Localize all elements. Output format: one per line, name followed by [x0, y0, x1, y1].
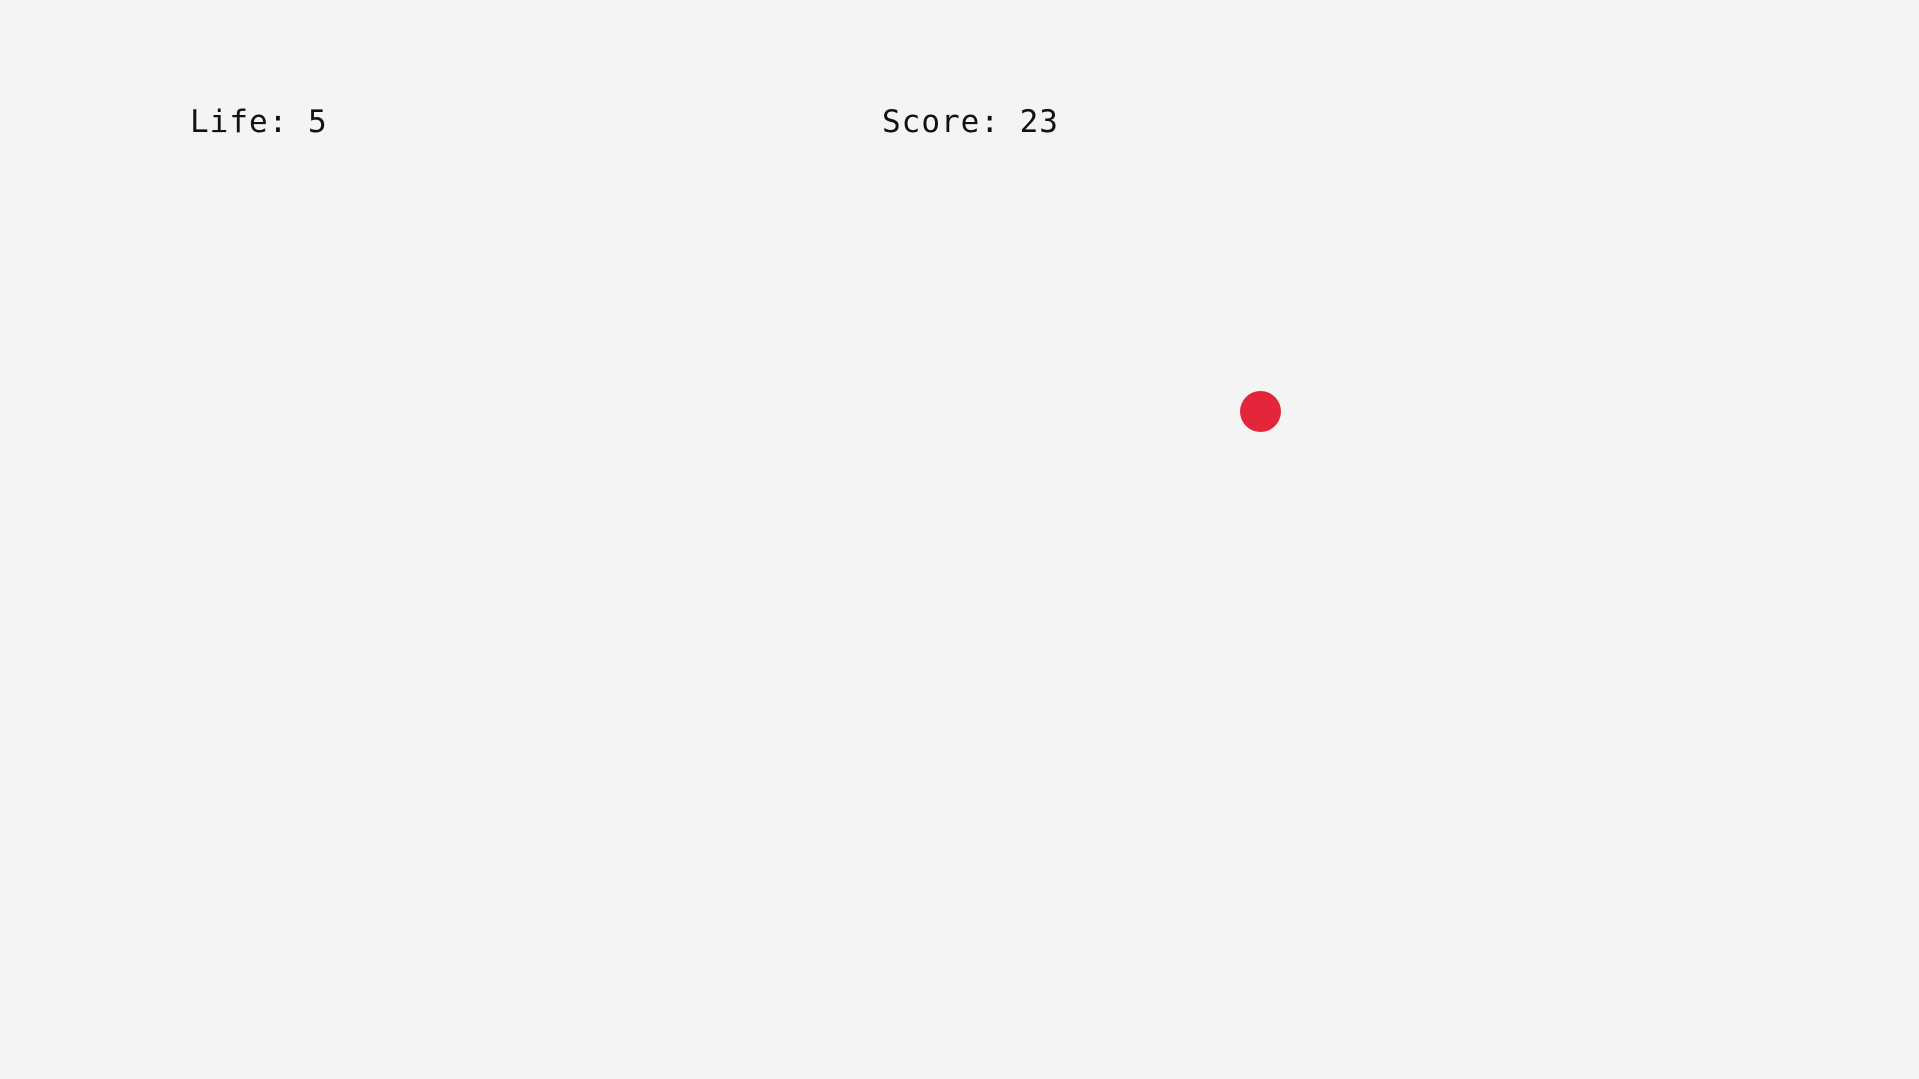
game-area[interactable]: Life: 5 Score: 23: [0, 0, 1919, 1079]
score-counter: Score: 23: [882, 104, 1059, 140]
red-target-circle[interactable]: [1240, 391, 1281, 432]
life-counter: Life: 5: [190, 104, 328, 140]
